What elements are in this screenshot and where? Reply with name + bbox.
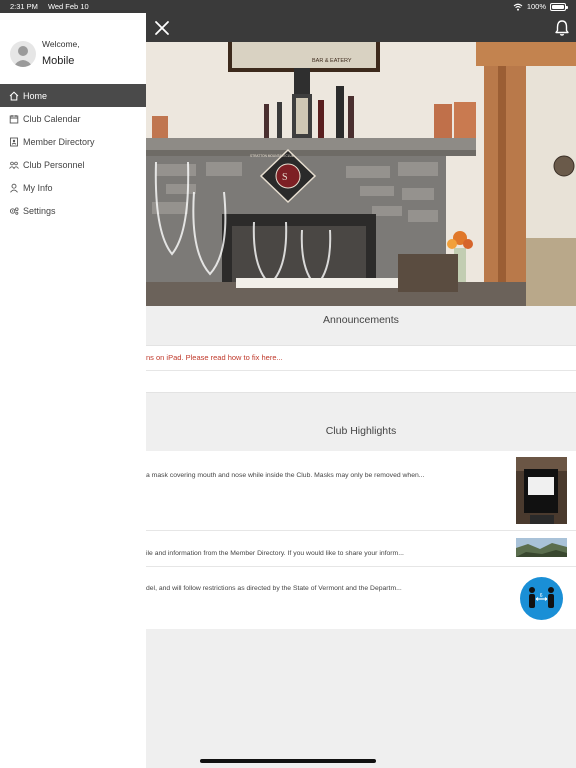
highlight-item[interactable]: del, and will follow restrictions as dir… (146, 567, 576, 629)
bell-icon[interactable] (553, 19, 571, 37)
highlight-thumbnail (516, 457, 567, 524)
sign-text: BAR & EATERY (312, 58, 352, 64)
home-icon (9, 91, 19, 101)
announcement-link[interactable]: ns on iPad. Please read how to fix here.… (146, 353, 283, 362)
menu-item-label: Club Personnel (23, 159, 85, 170)
highlight-item[interactable]: ile and information from the Member Dire… (146, 531, 576, 567)
person-icon (9, 183, 19, 193)
close-icon[interactable] (152, 18, 172, 38)
menu-item-label: My Info (23, 182, 53, 193)
highlights-list: a mask covering mouth and nose while ins… (146, 451, 576, 629)
avatar (10, 41, 36, 67)
status-bar: 2:31 PM Wed Feb 10 100% (0, 0, 576, 13)
social-distance-badge-icon: 6 (520, 577, 563, 620)
highlight-text: a mask covering mouth and nose while ins… (146, 472, 425, 479)
menu-item-club-personnel[interactable]: Club Personnel (0, 153, 146, 176)
main-content: BAR & EATERY S STRATTON MOUNTAIN CLUB An… (146, 42, 576, 768)
battery-icon (550, 2, 568, 11)
svg-text:6: 6 (540, 593, 543, 599)
highlight-text: del, and will follow restrictions as dir… (146, 585, 402, 592)
menu-item-label: Member Directory (23, 136, 95, 147)
announcements-card: ns on iPad. Please read how to fix here.… (146, 345, 576, 393)
calendar-icon (9, 114, 19, 124)
svg-text:S: S (282, 172, 288, 183)
side-drawer: Welcome, Mobile Home Club Calendar Membe… (0, 13, 146, 768)
highlight-text: ile and information from the Member Dire… (146, 550, 404, 557)
menu-item-my-info[interactable]: My Info (0, 176, 146, 199)
wifi-icon (513, 3, 523, 11)
menu-item-label: Club Calendar (23, 113, 81, 124)
highlights-title: Club Highlights (325, 425, 397, 437)
menu-item-home[interactable]: Home (0, 84, 146, 107)
home-indicator[interactable] (200, 759, 376, 763)
welcome-text: Welcome, (42, 39, 80, 49)
menu-item-club-calendar[interactable]: Club Calendar (0, 107, 146, 130)
hero-logo-text: STRATTON MOUNTAIN CLUB (250, 154, 294, 158)
directory-icon (9, 137, 19, 147)
people-icon (9, 160, 19, 170)
highlight-item[interactable]: a mask covering mouth and nose while ins… (146, 451, 576, 531)
drawer-menu: Home Club Calendar Member Directory Club… (0, 84, 146, 222)
menu-item-settings[interactable]: Settings (0, 199, 146, 222)
hero-image: BAR & EATERY S STRATTON MOUNTAIN CLUB (146, 42, 576, 306)
gear-icon (9, 206, 19, 216)
status-time: 2:31 PM (10, 2, 38, 11)
menu-item-label: Home (23, 90, 48, 101)
announcements-title: Announcements (323, 314, 399, 326)
announcement-divider (146, 370, 576, 371)
highlight-thumbnail (516, 538, 567, 557)
menu-item-member-directory[interactable]: Member Directory (0, 130, 146, 153)
battery-percent: 100% (526, 2, 546, 11)
menu-item-label: Settings (23, 205, 56, 216)
status-date: Wed Feb 10 (47, 2, 89, 11)
user-name: Mobile (42, 55, 75, 67)
